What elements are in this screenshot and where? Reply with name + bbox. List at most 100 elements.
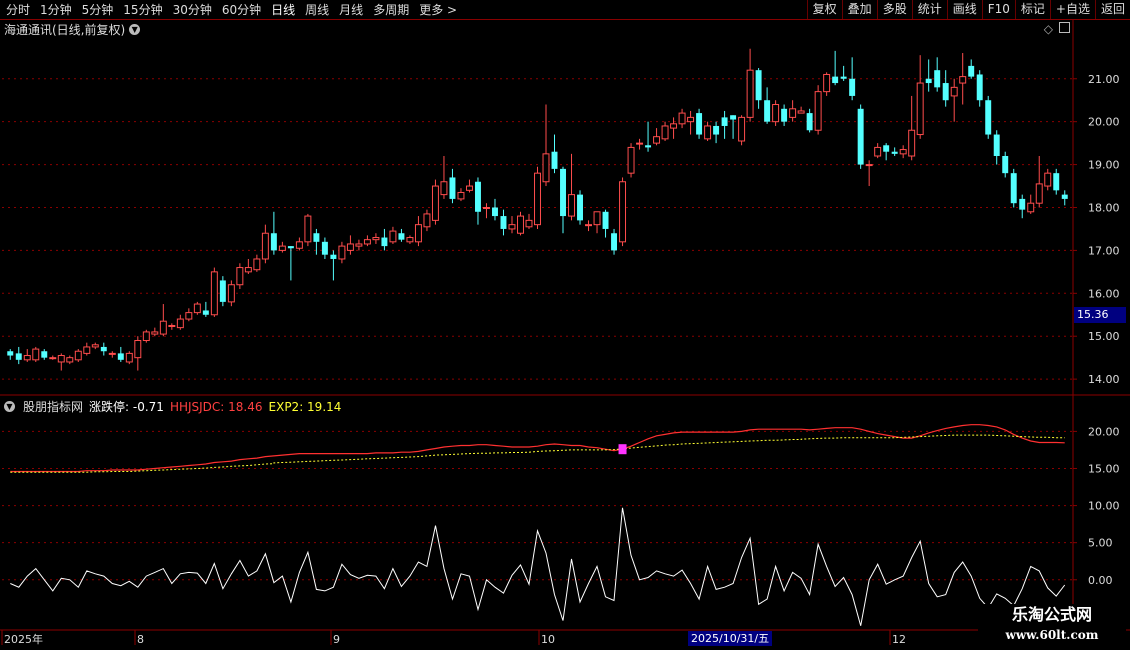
- ind-tick-label-1: 15.00: [1088, 462, 1120, 475]
- candle-body-47: [406, 237, 414, 243]
- ind-tick-label-0: 20.00: [1088, 425, 1120, 438]
- candle-body-4: [41, 351, 48, 358]
- candle-body-3: [32, 348, 40, 361]
- candle-body-1: [15, 353, 22, 360]
- candle-body-12: [108, 352, 116, 355]
- candle-body-113: [968, 65, 975, 77]
- candle-body-84: [721, 117, 728, 126]
- candle-body-62: [534, 172, 541, 226]
- candle-body-71: [611, 233, 618, 251]
- candle-body-57: [492, 207, 498, 217]
- candle-body-65: [560, 168, 566, 217]
- candle-body-79: [678, 112, 686, 125]
- candle-body-52: [449, 177, 456, 199]
- candle-body-5: [49, 357, 57, 360]
- candle-body-115: [985, 100, 992, 135]
- price-tick-label-3: 17.00: [1088, 244, 1120, 257]
- candle-body-48: [414, 224, 422, 243]
- candle-body-18: [159, 320, 167, 335]
- chart-canvas[interactable]: 14.00 15.00 16.00 17.00 18.00 19.00 20.00 21.00…: [0, 0, 1130, 650]
- candle-body-27: [236, 267, 244, 286]
- candle-body-124: [1061, 194, 1068, 199]
- candle-body-107: [916, 82, 924, 136]
- candle-body-44: [381, 237, 388, 247]
- candle-body-67: [577, 194, 583, 221]
- candle-body-16: [142, 331, 150, 342]
- candle-body-24: [210, 271, 218, 316]
- candle-body-31: [270, 233, 277, 251]
- price-tick-label-0: 14.00: [1088, 373, 1120, 386]
- candle-body-25: [219, 280, 226, 302]
- candle-body-105: [899, 149, 907, 155]
- candle-body-76: [653, 136, 661, 144]
- candle-body-6: [57, 355, 65, 363]
- price-tick-label-1: 15.00: [1088, 330, 1120, 343]
- current-price-tag: 15.36: [1074, 307, 1126, 323]
- candle-body-85: [730, 115, 737, 120]
- candle-body-100: [857, 108, 864, 165]
- candle-body-121: [1035, 183, 1043, 204]
- candle-body-104: [891, 151, 898, 154]
- candle-body-45: [389, 230, 397, 243]
- candle-body-64: [551, 151, 558, 169]
- candle-body-78: [670, 123, 678, 129]
- candle-body-33: [287, 246, 294, 249]
- candle-body-39: [338, 245, 346, 260]
- signal-marker: [618, 444, 627, 455]
- price-tick-label-5: 19.00: [1088, 159, 1120, 172]
- candle-body-54: [465, 185, 473, 191]
- candle-body-42: [363, 239, 371, 245]
- candle-body-34: [295, 241, 303, 249]
- candle-body-112: [959, 76, 967, 84]
- price-tick-label-7: 21.00: [1088, 73, 1120, 86]
- candle-body-21: [185, 312, 193, 320]
- candle-body-22: [193, 303, 201, 314]
- candle-body-68: [585, 224, 593, 227]
- cursor-date-tag: 2025/10/31/五: [688, 631, 773, 646]
- candle-body-87: [746, 69, 754, 118]
- candle-body-90: [772, 104, 780, 123]
- candle-body-123: [1053, 173, 1060, 191]
- candle-body-99: [849, 78, 856, 96]
- indicator-series: [10, 424, 1066, 626]
- candle-body-55: [474, 181, 481, 212]
- candle-body-40: [346, 243, 354, 251]
- candle-body-59: [508, 224, 516, 230]
- candle-body-114: [976, 74, 983, 101]
- candle-body-106: [908, 129, 916, 157]
- candle-body-61: [525, 219, 533, 228]
- candle-body-117: [1002, 156, 1009, 174]
- candle-body-30: [261, 232, 269, 260]
- candle-body-35: [304, 215, 312, 243]
- candle-body-14: [125, 352, 133, 363]
- candle-body-110: [942, 83, 949, 101]
- candle-body-77: [661, 125, 669, 140]
- candle-body-11: [100, 346, 107, 352]
- candle-body-15: [134, 340, 142, 359]
- x-label-2: 9: [333, 633, 340, 646]
- candle-body-63: [542, 153, 550, 183]
- candle-body-0: [7, 351, 14, 356]
- candle-body-91: [781, 108, 788, 122]
- candle-body-56: [482, 206, 490, 209]
- series-EXP2: [10, 434, 1065, 473]
- candle-body-29: [253, 258, 261, 271]
- candle-body-36: [313, 233, 320, 242]
- ind-tick-label-4: 0.00: [1088, 574, 1113, 587]
- candle-body-73: [627, 146, 635, 174]
- axes: 14.00 15.00 16.00 17.00 18.00 19.00 20.00 21.00…: [0, 20, 1130, 646]
- candle-body-69: [593, 211, 601, 226]
- candle-body-9: [83, 346, 91, 354]
- candle-body-116: [993, 134, 1000, 156]
- price-tick-label-2: 16.00: [1088, 287, 1120, 300]
- candle-body-51: [440, 181, 448, 196]
- candle-body-23: [202, 310, 209, 315]
- x-label-0: 2025年: [4, 632, 43, 646]
- candle-body-46: [398, 233, 405, 240]
- candle-body-19: [168, 324, 176, 327]
- candle-body-97: [832, 76, 839, 84]
- candle-body-60: [517, 215, 524, 234]
- candle-body-26: [227, 284, 235, 303]
- candle-body-80: [687, 116, 695, 123]
- candle-body-32: [278, 245, 286, 251]
